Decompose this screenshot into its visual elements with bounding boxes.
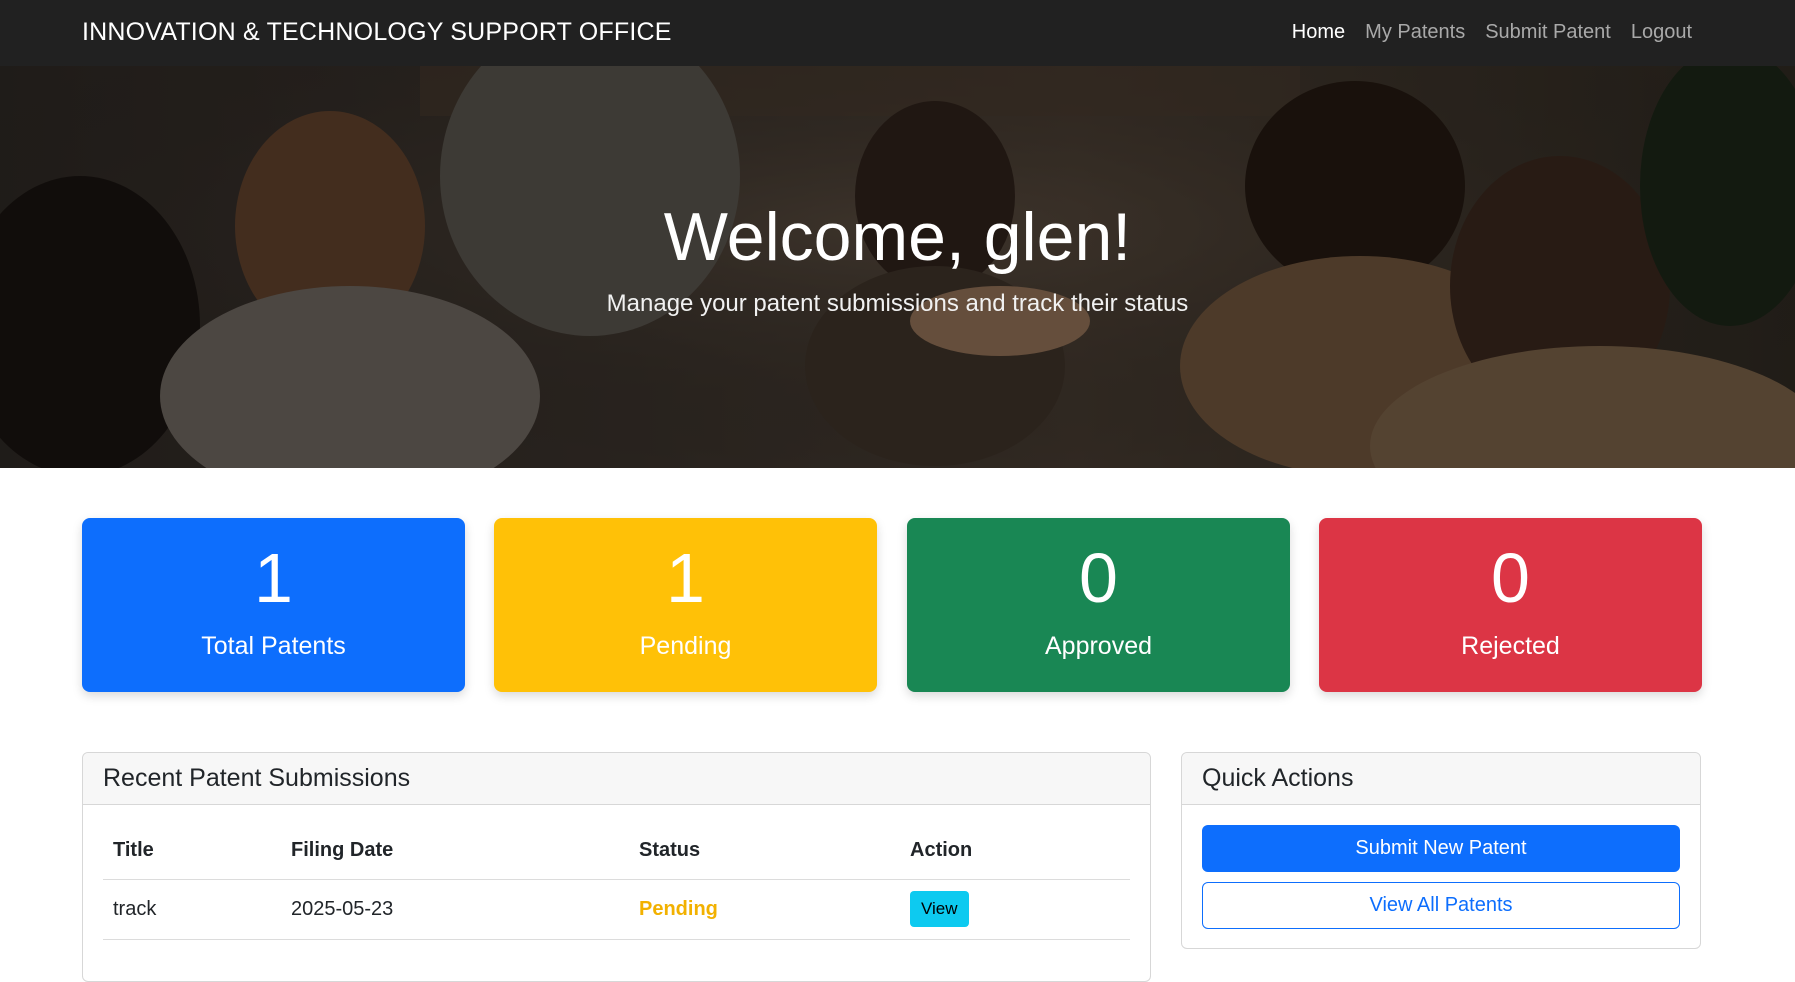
quick-actions-title: Quick Actions	[1182, 753, 1700, 805]
hero-banner: Welcome, glen! Manage your patent submis…	[0, 66, 1795, 468]
quick-actions-panel: Quick Actions Submit New Patent View All…	[1181, 752, 1701, 949]
stat-approved-value: 0	[1079, 539, 1118, 617]
stat-total-value: 1	[254, 539, 293, 617]
view-patent-button[interactable]: View	[910, 891, 969, 927]
stat-pending-label: Pending	[639, 632, 732, 660]
welcome-subtitle: Manage your patent submissions and track…	[606, 290, 1189, 317]
nav-link-home[interactable]: Home	[1292, 21, 1345, 44]
row-status-badge: Pending	[629, 879, 900, 940]
recent-submissions-panel: Recent Patent Submissions Title Filing D…	[82, 752, 1151, 982]
brand-title[interactable]: INNOVATION & TECHNOLOGY SUPPORT OFFICE	[82, 18, 672, 47]
row-filing-date: 2025-05-23	[281, 879, 629, 940]
stat-rejected-label: Rejected	[1461, 632, 1560, 660]
top-navbar: INNOVATION & TECHNOLOGY SUPPORT OFFICE H…	[0, 0, 1795, 66]
nav-link-submit-patent[interactable]: Submit Patent	[1485, 21, 1611, 44]
recent-submissions-table: Title Filing Date Status Action track 20…	[103, 823, 1130, 940]
submit-new-patent-button[interactable]: Submit New Patent	[1202, 825, 1680, 872]
nav-link-my-patents[interactable]: My Patents	[1365, 21, 1465, 44]
stat-rejected-value: 0	[1491, 539, 1530, 617]
column-header-action: Action	[900, 823, 1130, 880]
recent-submissions-title: Recent Patent Submissions	[83, 753, 1150, 805]
stat-card-pending: 1 Pending	[494, 518, 877, 692]
row-action-cell: View	[900, 879, 1130, 940]
stat-total-label: Total Patents	[201, 632, 346, 660]
nav-links: Home My Patents Submit Patent Logout	[1292, 21, 1692, 44]
stat-card-rejected: 0 Rejected	[1319, 518, 1702, 692]
row-title: track	[103, 879, 281, 940]
table-row: track 2025-05-23 Pending View	[103, 879, 1130, 940]
nav-link-logout[interactable]: Logout	[1631, 21, 1692, 44]
table-header-row: Title Filing Date Status Action	[103, 823, 1130, 880]
stat-approved-label: Approved	[1044, 632, 1153, 660]
stat-card-total: 1 Total Patents	[82, 518, 465, 692]
column-header-status: Status	[629, 823, 900, 880]
column-header-filing-date: Filing Date	[281, 823, 629, 880]
welcome-heading: Welcome, glen!	[663, 199, 1132, 275]
stat-card-approved: 0 Approved	[907, 518, 1290, 692]
view-all-patents-button[interactable]: View All Patents	[1202, 882, 1680, 929]
stat-pending-value: 1	[666, 539, 705, 617]
column-header-title: Title	[103, 823, 281, 880]
